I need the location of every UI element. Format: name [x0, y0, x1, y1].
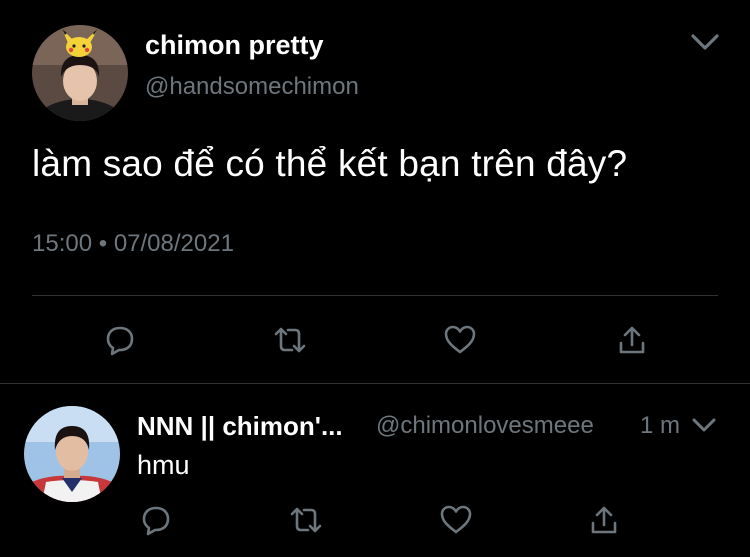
- reply-reply-button[interactable]: [136, 500, 176, 540]
- speech-bubble-icon: [106, 326, 134, 356]
- retweet-icon: [274, 327, 306, 353]
- author-handle[interactable]: @handsomechimon: [145, 73, 359, 101]
- retweet-button[interactable]: [270, 320, 310, 360]
- share-button[interactable]: [612, 320, 652, 360]
- chevron-down-icon[interactable]: [689, 30, 721, 54]
- reply-author-avatar[interactable]: [24, 406, 120, 502]
- reply-time-ago[interactable]: 1 m: [640, 412, 680, 440]
- speech-bubble-icon: [142, 506, 170, 536]
- reply-author-display-name[interactable]: NNN || chimon'...: [137, 411, 343, 442]
- share-icon: [619, 326, 645, 354]
- tweet-timestamp: 15:00 • 07/08/2021: [32, 230, 234, 258]
- share-icon: [591, 506, 617, 534]
- reply-text: hmu: [137, 450, 190, 480]
- reply-button[interactable]: [100, 320, 140, 360]
- author-display-name[interactable]: chimon pretty: [145, 30, 324, 61]
- heart-icon: [440, 505, 472, 534]
- main-tweet: chimon pretty @handsomechimon làm sao để…: [0, 0, 750, 383]
- reply-tweet[interactable]: NNN || chimon'... @chimonlovesmeee 1 m h…: [0, 384, 750, 557]
- retweet-icon: [290, 507, 322, 533]
- tweet-text: làm sao để có thể kết bạn trên đây?: [32, 143, 628, 184]
- reply-share-button[interactable]: [584, 500, 624, 540]
- divider: [32, 295, 718, 296]
- reply-like-button[interactable]: [436, 500, 476, 540]
- reply-retweet-button[interactable]: [286, 500, 326, 540]
- tweet-time[interactable]: 15:00: [32, 230, 92, 257]
- meta-separator: •: [98, 230, 108, 257]
- chevron-down-icon[interactable]: [690, 414, 718, 436]
- like-button[interactable]: [440, 320, 480, 360]
- author-avatar[interactable]: [32, 25, 128, 121]
- heart-icon: [444, 325, 476, 354]
- reply-author-handle[interactable]: @chimonlovesmeee: [376, 412, 594, 440]
- tweet-date[interactable]: 07/08/2021: [114, 230, 234, 257]
